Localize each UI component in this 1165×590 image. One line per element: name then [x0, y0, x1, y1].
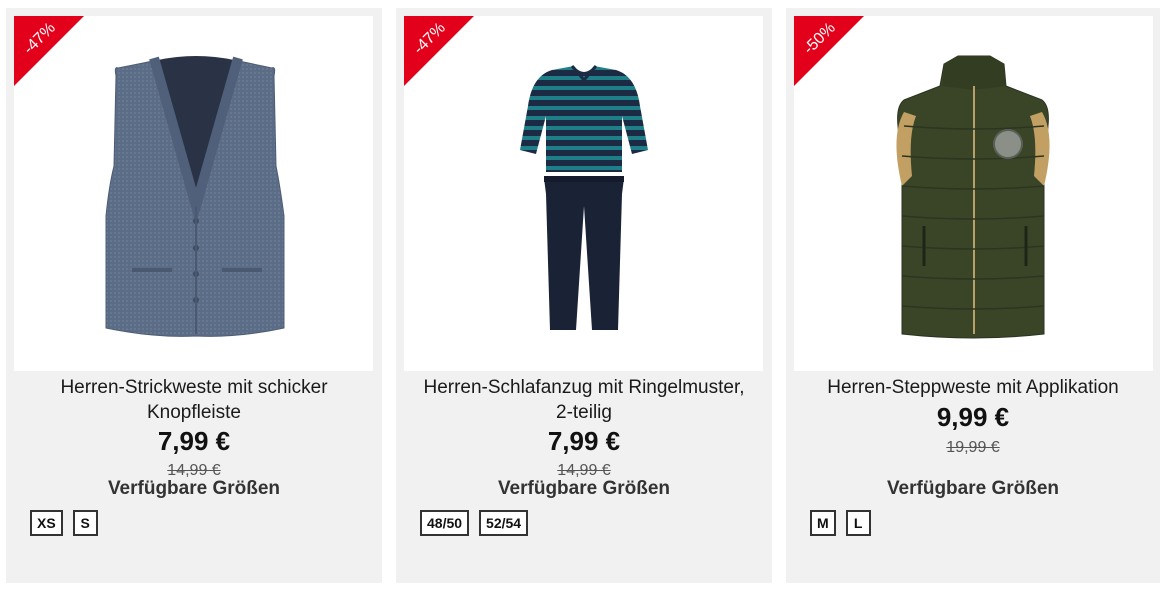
product-image[interactable]: -47%: [14, 16, 373, 371]
size-option[interactable]: 52/54: [479, 510, 529, 536]
product-image[interactable]: -50%: [794, 16, 1153, 371]
size-option[interactable]: M: [810, 510, 836, 536]
product-title[interactable]: Herren-Schlafanzug mit Ringelmuster, 2-t…: [396, 375, 772, 425]
product-card-strickweste[interactable]: -47% Herren-Strickweste mit schicker Kno…: [6, 8, 382, 583]
product-card-schlafanzug[interactable]: -47% Herren-Schlafanzug mit Ringelmuster…: [396, 8, 772, 583]
size-options: 48/50 52/54: [420, 510, 529, 536]
product-price: 7,99 €: [547, 426, 621, 456]
size-option[interactable]: L: [845, 510, 871, 536]
old-price: 19,99 €: [946, 439, 1000, 456]
product-grid: -47% Herren-Strickweste mit schicker Kno…: [0, 0, 1165, 590]
discount-badge: -47%: [404, 16, 474, 86]
product-price: 7,99 €: [157, 426, 231, 456]
size-options: M L: [810, 510, 871, 536]
product-card-steppweste[interactable]: -50% Herren-Steppweste mit Applikation 9…: [786, 8, 1160, 583]
discount-badge: -50%: [794, 16, 864, 86]
discount-badge: -47%: [14, 16, 84, 86]
sizes-label: Verfügbare Größen: [107, 478, 281, 499]
size-options: XS S: [30, 510, 98, 536]
size-option[interactable]: XS: [30, 510, 63, 536]
product-title[interactable]: Herren-Strickweste mit schicker Knopflei…: [6, 375, 382, 425]
product-title[interactable]: Herren-Steppweste mit Applikation: [786, 375, 1160, 400]
sizes-label: Verfügbare Größen: [497, 478, 671, 499]
size-option[interactable]: 48/50: [420, 510, 470, 536]
product-price: 9,99 €: [936, 402, 1010, 432]
sizes-label: Verfügbare Größen: [886, 478, 1060, 499]
size-option[interactable]: S: [72, 510, 98, 536]
product-image[interactable]: -47%: [404, 16, 763, 371]
